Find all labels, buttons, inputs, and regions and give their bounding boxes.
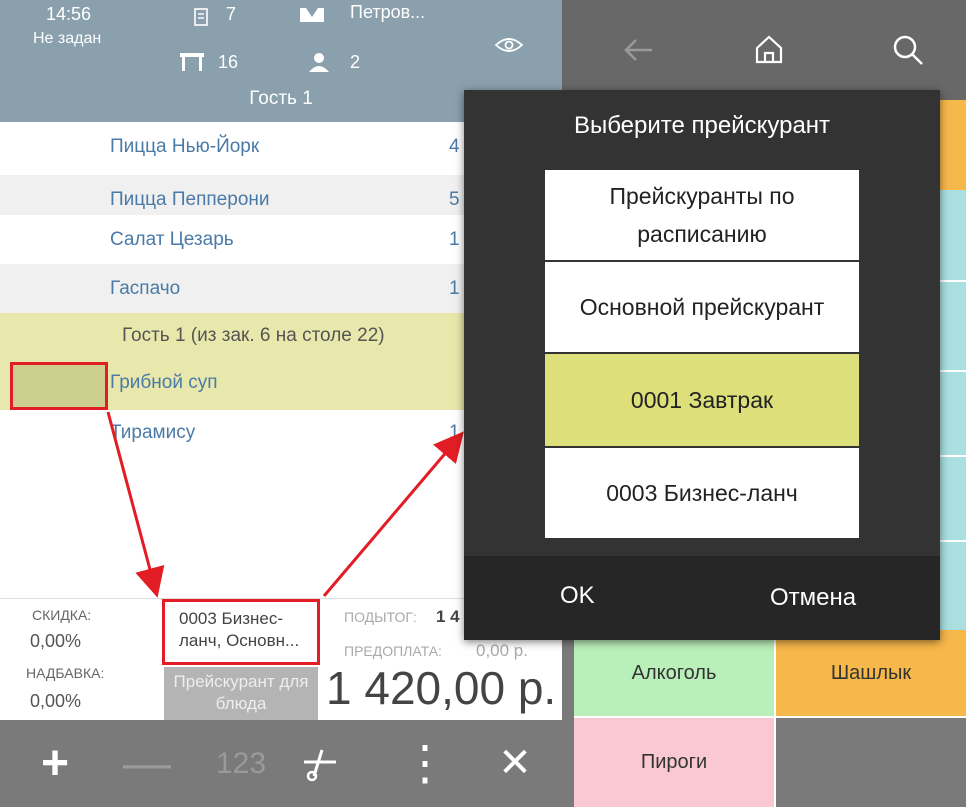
ok-button[interactable]: OK (560, 582, 595, 610)
annotation-arrow-down (106, 411, 165, 598)
annotation-arrow-up (322, 431, 464, 597)
price-list-option-main[interactable]: Основной прейскурант (545, 262, 859, 354)
cancel-button[interactable]: Отмена (770, 584, 856, 612)
price-list-dialog: Выберите прейскурант Прейскуранты по рас… (464, 90, 940, 640)
price-list-option-business-lunch[interactable]: 0003 Бизнес-ланч (545, 448, 859, 538)
price-list-option-schedule[interactable]: Прейскуранты по расписанию (545, 170, 859, 262)
price-list-option-breakfast[interactable]: 0001 Завтрак (545, 354, 859, 448)
dialog-footer: OK Отмена (464, 556, 940, 640)
dialog-title: Выберите прейскурант (573, 112, 831, 139)
